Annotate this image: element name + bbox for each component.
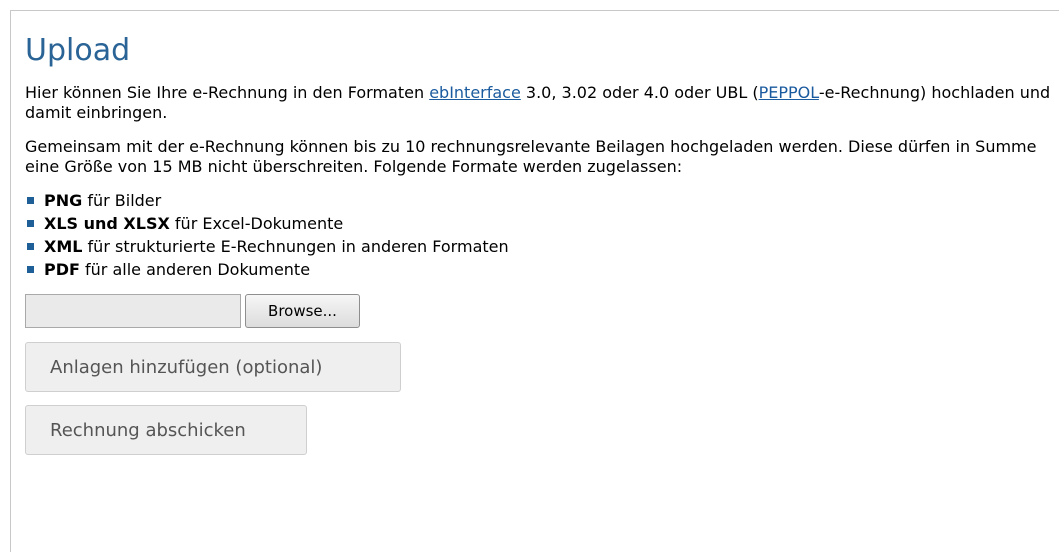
intro-paragraph: Hier können Sie Ihre e-Rechnung in den F… bbox=[25, 83, 1059, 123]
format-description: für Excel-Dokumente bbox=[169, 214, 344, 233]
square-bullet-icon bbox=[27, 220, 34, 227]
list-item: PDF für alle anderen Dokumente bbox=[25, 258, 1059, 281]
format-name: PNG bbox=[44, 191, 83, 210]
format-description: für strukturierte E-Rechnungen in andere… bbox=[82, 237, 509, 256]
format-description: für Bilder bbox=[82, 191, 162, 210]
format-name: PDF bbox=[44, 260, 80, 279]
format-name: XLS und XLSX bbox=[44, 214, 170, 233]
submit-invoice-button[interactable]: Rechnung abschicken bbox=[25, 405, 307, 455]
format-list: PNG für Bilder XLS und XLSX für Excel-Do… bbox=[25, 189, 1059, 281]
format-description: für alle anderen Dokumente bbox=[79, 260, 311, 279]
format-name: XML bbox=[44, 237, 83, 256]
intro-text-1: Hier können Sie Ihre e-Rechnung in den F… bbox=[25, 83, 430, 102]
upload-panel: Upload Hier können Sie Ihre e-Rechnung i… bbox=[10, 10, 1059, 552]
square-bullet-icon bbox=[27, 197, 34, 204]
file-path-field[interactable] bbox=[25, 294, 241, 328]
list-item: XLS und XLSX für Excel-Dokumente bbox=[25, 212, 1059, 235]
attachments-info: Gemeinsam mit der e-Rechnung können bis … bbox=[25, 137, 1037, 176]
file-upload-row: Browse... bbox=[25, 293, 1059, 329]
ebinterface-link[interactable]: ebInterface bbox=[429, 83, 521, 102]
page-title: Upload bbox=[25, 33, 131, 68]
add-attachments-button[interactable]: Anlagen hinzufügen (optional) bbox=[25, 342, 401, 392]
list-item: XML für strukturierte E-Rechnungen in an… bbox=[25, 235, 1059, 258]
intro-text-2: 3.0, 3.02 oder 4.0 oder UBL ( bbox=[520, 83, 759, 102]
browse-button[interactable]: Browse... bbox=[245, 294, 360, 328]
peppol-link[interactable]: PEPPOL bbox=[759, 83, 819, 102]
square-bullet-icon bbox=[27, 243, 34, 250]
list-item: PNG für Bilder bbox=[25, 189, 1059, 212]
square-bullet-icon bbox=[27, 266, 34, 273]
